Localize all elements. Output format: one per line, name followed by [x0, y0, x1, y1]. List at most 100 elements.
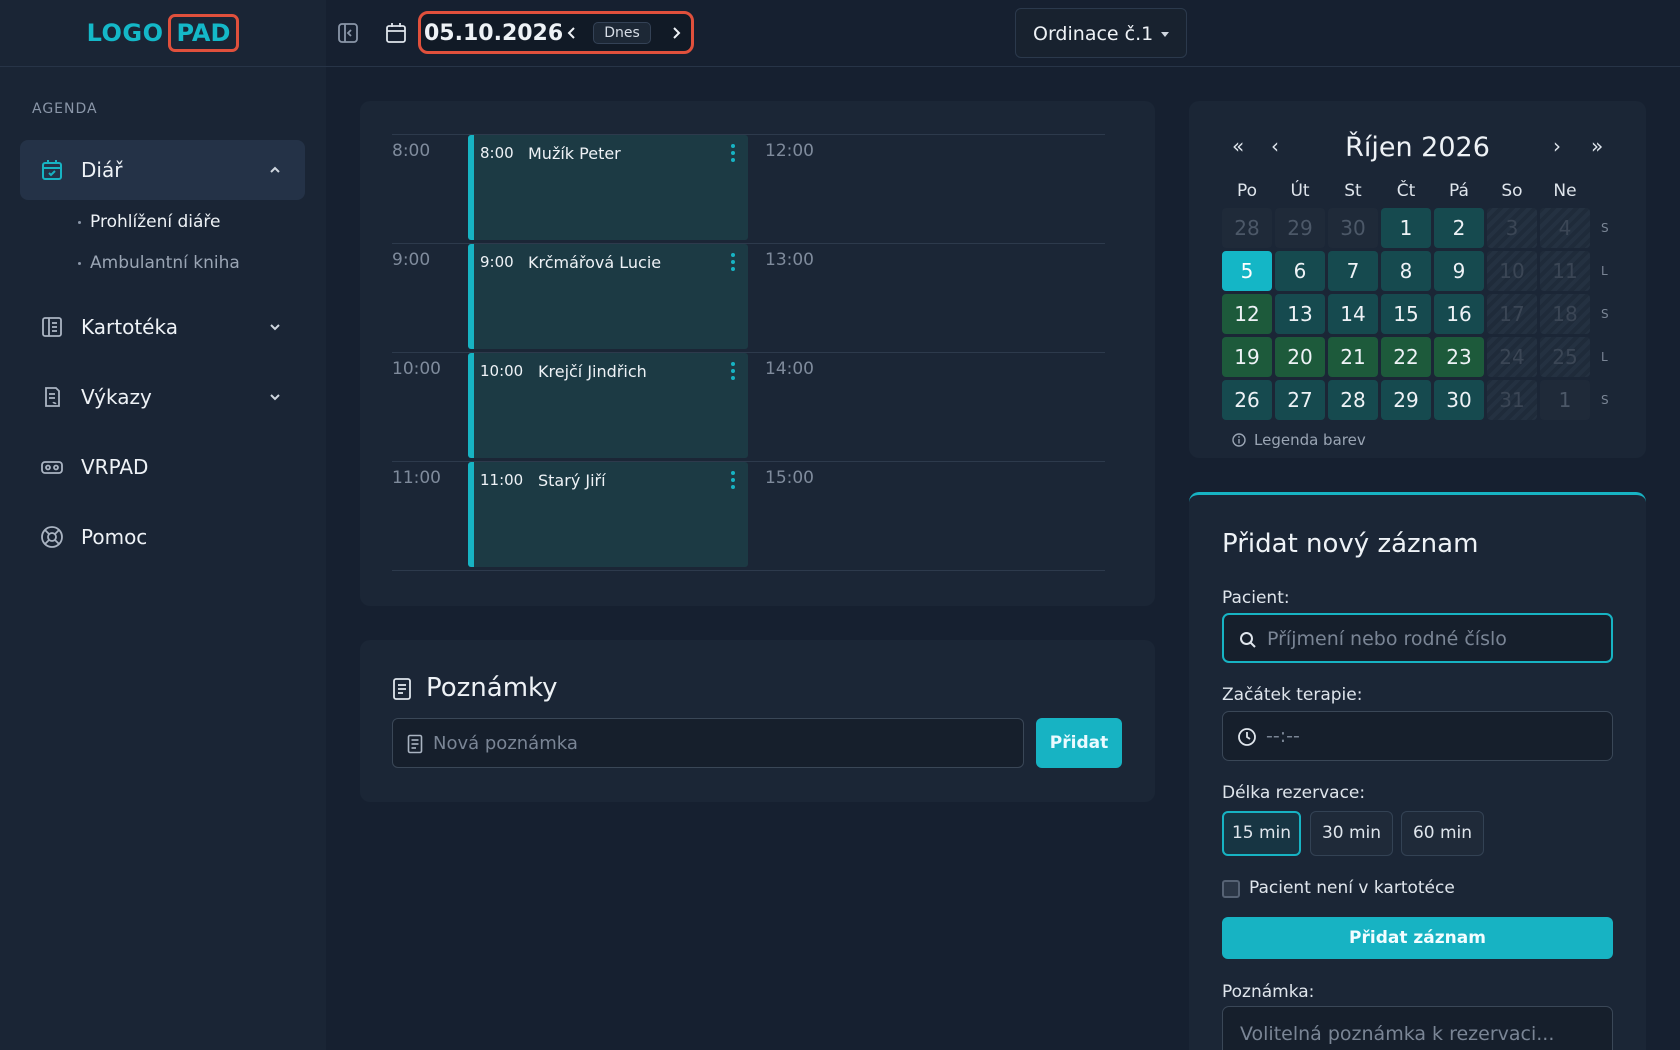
- calendar-day[interactable]: 20: [1275, 337, 1325, 377]
- sidebar-item-kartoteka[interactable]: Kartotéka: [20, 297, 305, 357]
- bullet-dot: [78, 220, 81, 224]
- calendar-day[interactable]: 7: [1328, 251, 1378, 291]
- office-select-value: Ordinace č.1: [1033, 23, 1154, 45]
- appointment-slot[interactable]: 8:00 Mužík Peter: [468, 135, 748, 240]
- calendar-icon[interactable]: [384, 21, 408, 45]
- next-year-button[interactable]: »: [1591, 134, 1603, 158]
- calendar-day[interactable]: 1: [1381, 208, 1431, 248]
- logo[interactable]: LOGO PAD: [0, 0, 326, 67]
- weekday-label: Čt: [1396, 181, 1416, 201]
- calendar-day[interactable]: 16: [1434, 294, 1484, 334]
- calendar-day[interactable]: 28: [1328, 380, 1378, 420]
- current-date[interactable]: 05.10.2026: [424, 21, 563, 46]
- appointment-time: 11:00: [480, 471, 524, 489]
- chevron-down-icon[interactable]: [267, 319, 283, 335]
- add-record-title: Přidat nový záznam: [1222, 529, 1479, 559]
- sidebar-collapse-icon[interactable]: [336, 21, 360, 45]
- time-label: 9:00: [392, 250, 431, 270]
- time-label: 12:00: [765, 141, 814, 161]
- week-marker: S: [1601, 393, 1609, 407]
- calendar-day[interactable]: 30: [1434, 380, 1484, 420]
- calendar-day[interactable]: 18: [1540, 294, 1590, 334]
- calendar-day[interactable]: 17: [1487, 294, 1537, 334]
- color-legend[interactable]: Legenda barev: [1232, 431, 1366, 449]
- calendar-day[interactable]: 22: [1381, 337, 1431, 377]
- calendar-day[interactable]: 27: [1275, 380, 1325, 420]
- appointment-slot[interactable]: 9:00 Krčmářová Lucie: [468, 244, 748, 349]
- today-button[interactable]: Dnes: [593, 22, 651, 44]
- time-label: 15:00: [765, 468, 814, 488]
- note-icon: [407, 734, 423, 754]
- calendar-day[interactable]: 1: [1540, 380, 1590, 420]
- notes-panel: Poznámky Přidat: [360, 640, 1155, 802]
- patient-search-field[interactable]: Příjmení nebo rodné číslo: [1222, 613, 1613, 663]
- calendar-day[interactable]: 13: [1275, 294, 1325, 334]
- more-vertical-icon[interactable]: [730, 252, 736, 272]
- note-input[interactable]: [433, 719, 1013, 767]
- calendar-day[interactable]: 8: [1381, 251, 1431, 291]
- sidebar-subitem-prohlizeni[interactable]: Prohlížení diáře: [78, 212, 220, 232]
- sidebar-item-vykazy[interactable]: Výkazy: [20, 367, 305, 427]
- time-label: 14:00: [765, 359, 814, 379]
- start-time-field[interactable]: --:--: [1222, 711, 1613, 761]
- office-select[interactable]: Ordinace č.1: [1015, 8, 1187, 58]
- sidebar: LOGO PAD AGENDA Diář Prohlížení diáře Am…: [0, 0, 326, 1050]
- calendar-day[interactable]: 21: [1328, 337, 1378, 377]
- sidebar-item-label: VRPAD: [81, 455, 149, 479]
- sidebar-subitem-label: Ambulantní kniha: [90, 253, 240, 273]
- calendar-day[interactable]: 30: [1328, 208, 1378, 248]
- sidebar-item-diar[interactable]: Diář: [20, 140, 305, 200]
- calendar-day[interactable]: 12: [1222, 294, 1272, 334]
- sidebar-item-pomoc[interactable]: Pomoc: [20, 507, 305, 567]
- calendar-day[interactable]: 24: [1487, 337, 1537, 377]
- more-vertical-icon[interactable]: [730, 143, 736, 163]
- calendar-day[interactable]: 5: [1222, 251, 1272, 291]
- calendar-day[interactable]: 23: [1434, 337, 1484, 377]
- start-time-label: Začátek terapie:: [1222, 685, 1363, 705]
- calendar-day[interactable]: 25: [1540, 337, 1590, 377]
- chevron-up-icon[interactable]: [267, 162, 283, 178]
- calendar-day[interactable]: 26: [1222, 380, 1272, 420]
- clock-icon: [1238, 728, 1256, 746]
- reservation-note-field[interactable]: Volitelná poznámka k rezervaci...: [1222, 1006, 1613, 1050]
- add-note-button[interactable]: Přidat: [1036, 718, 1122, 768]
- legend-label: Legenda barev: [1254, 431, 1366, 449]
- duration-15-button[interactable]: 15 min: [1222, 811, 1301, 856]
- time-label: 11:00: [392, 468, 441, 488]
- calendar-day[interactable]: 6: [1275, 251, 1325, 291]
- not-in-registry-checkbox[interactable]: [1222, 880, 1240, 898]
- calendar-day[interactable]: 10: [1487, 251, 1537, 291]
- calendar-day[interactable]: 15: [1381, 294, 1431, 334]
- calendar-day[interactable]: 14: [1328, 294, 1378, 334]
- sidebar-subitem-ambulantni[interactable]: Ambulantní kniha: [78, 253, 240, 273]
- calendar-day[interactable]: 19: [1222, 337, 1272, 377]
- calendar-day[interactable]: 2: [1434, 208, 1484, 248]
- calendar-day[interactable]: 28: [1222, 208, 1272, 248]
- chevron-down-icon[interactable]: [267, 389, 283, 405]
- add-record-button[interactable]: Přidat záznam: [1222, 917, 1613, 959]
- appointment-time: 8:00: [480, 144, 514, 162]
- info-icon: [1232, 433, 1246, 447]
- calendar-day[interactable]: 11: [1540, 251, 1590, 291]
- next-day-button[interactable]: [665, 22, 687, 44]
- duration-60-button[interactable]: 60 min: [1401, 811, 1484, 856]
- appointment-time: 9:00: [480, 253, 514, 271]
- calendar-day[interactable]: 9: [1434, 251, 1484, 291]
- calendar-month-title: Říjen 2026: [1345, 132, 1490, 163]
- appointment-slot[interactable]: 10:00 Krejčí Jindřich: [468, 353, 748, 458]
- sidebar-item-vrpad[interactable]: VRPAD: [20, 437, 305, 497]
- calendar-day[interactable]: 3: [1487, 208, 1537, 248]
- chevron-left-icon: [567, 27, 575, 39]
- prev-day-button[interactable]: [561, 22, 583, 44]
- calendar-day[interactable]: 29: [1275, 208, 1325, 248]
- sidebar-item-label: Výkazy: [81, 385, 152, 409]
- appointment-slot[interactable]: 11:00 Starý Jiří: [468, 462, 748, 567]
- more-vertical-icon[interactable]: [730, 470, 736, 490]
- sidebar-item-label: Diář: [81, 158, 123, 182]
- next-month-button[interactable]: ›: [1553, 134, 1561, 158]
- more-vertical-icon[interactable]: [730, 361, 736, 381]
- calendar-day[interactable]: 29: [1381, 380, 1431, 420]
- calendar-day[interactable]: 4: [1540, 208, 1590, 248]
- duration-30-button[interactable]: 30 min: [1310, 811, 1393, 856]
- calendar-day[interactable]: 31: [1487, 380, 1537, 420]
